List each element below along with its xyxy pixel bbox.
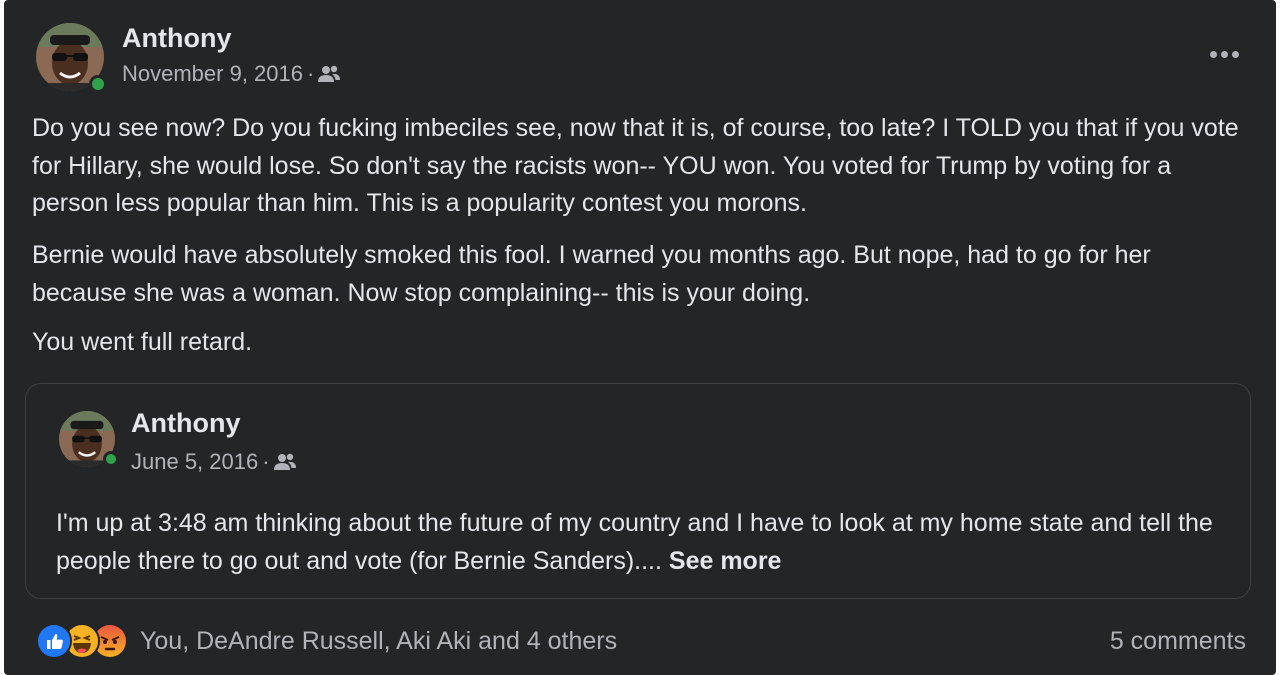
author-name[interactable]: Anthony xyxy=(122,23,231,54)
shared-author-name[interactable]: Anthony xyxy=(131,408,240,439)
shared-post-meta: June 5, 2016 · xyxy=(131,449,296,475)
comments-count[interactable]: 5 comments xyxy=(1110,622,1246,660)
friends-icon[interactable] xyxy=(273,453,296,471)
shared-author-avatar[interactable] xyxy=(59,411,119,467)
online-status-indicator xyxy=(103,451,119,467)
post-paragraph: Bernie would have absolutely smoked this… xyxy=(32,241,1151,307)
meta-separator: · xyxy=(307,61,315,86)
post-paragraph: Do you see now? Do you fucking imbeciles… xyxy=(32,114,1239,217)
like-icon xyxy=(36,623,72,659)
post-card: Anthony November 9, 2016 · Do you see no… xyxy=(4,0,1276,675)
meta-separator: · xyxy=(262,449,270,474)
friends-icon[interactable] xyxy=(318,65,341,83)
author-avatar[interactable] xyxy=(36,23,107,93)
post-date[interactable]: November 9, 2016 xyxy=(122,61,303,87)
shared-post-body: I'm up at 3:48 am thinking about the fut… xyxy=(56,509,1213,575)
shared-post-text: I'm up at 3:48 am thinking about the fut… xyxy=(56,505,1226,580)
see-more-link[interactable]: See more xyxy=(669,547,782,575)
more-options-icon[interactable] xyxy=(1204,40,1244,68)
online-status-indicator xyxy=(89,75,107,93)
reactor-names[interactable]: You, DeAndre Russell, Aki Aki and 4 othe… xyxy=(140,627,617,656)
post-paragraph: You went full retard. xyxy=(32,328,253,356)
shared-post-date[interactable]: June 5, 2016 xyxy=(131,449,258,475)
shared-post-card[interactable]: Anthony June 5, 2016 · I'm up at 3:48 am… xyxy=(25,383,1251,599)
post-meta: November 9, 2016 · xyxy=(122,61,341,87)
reaction-summary[interactable]: You, DeAndre Russell, Aki Aki and 4 othe… xyxy=(36,622,617,660)
